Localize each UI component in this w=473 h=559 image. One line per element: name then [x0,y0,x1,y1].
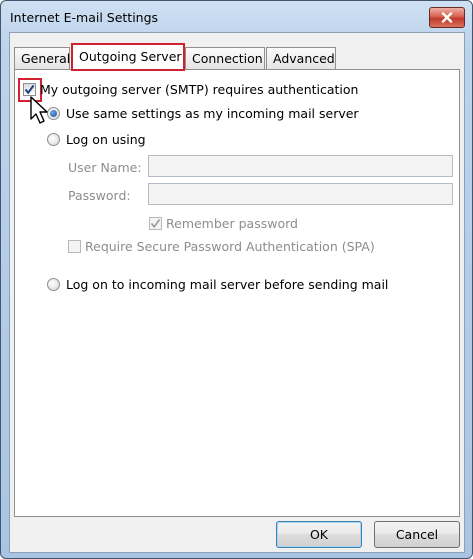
smtp-auth-label: My outgoing server (SMTP) requires authe… [40,82,359,97]
tab-advanced[interactable]: Advanced [266,47,336,70]
checkmark-icon [150,219,161,229]
password-input[interactable] [148,183,453,205]
remember-password-checkbox[interactable] [149,217,162,230]
log-on-incoming-row[interactable]: Log on to incoming mail server before se… [47,277,388,292]
log-on-incoming-radio[interactable] [47,278,60,291]
outgoing-server-panel: My outgoing server (SMTP) requires authe… [14,69,460,517]
use-same-settings-row[interactable]: Use same settings as my incoming mail se… [47,106,359,121]
log-on-using-label: Log on using [66,132,146,147]
ok-button[interactable]: OK [276,521,362,548]
tab-strip: General Outgoing Server Connection Advan… [14,43,458,71]
tab-outgoing-server[interactable]: Outgoing Server [71,43,185,71]
checkmark-icon [24,84,35,95]
remember-password-row[interactable]: Remember password [149,216,298,231]
spa-checkbox[interactable] [68,240,81,253]
spa-row[interactable]: Require Secure Password Authentication (… [68,239,375,254]
dialog-window: Internet E-mail Settings General Outgoin… [0,0,473,559]
log-on-using-radio[interactable] [47,133,60,146]
window-title: Internet E-mail Settings [10,10,159,25]
title-bar[interactable]: Internet E-mail Settings [1,1,472,35]
remember-password-label: Remember password [166,216,298,231]
user-name-input[interactable] [148,155,453,177]
tab-connection[interactable]: Connection [185,47,265,70]
close-icon [441,12,453,23]
log-on-using-row[interactable]: Log on using [47,132,146,147]
mouse-pointer-icon [29,95,51,128]
log-on-incoming-label: Log on to incoming mail server before se… [66,277,389,292]
user-name-label: User Name: [68,160,142,175]
password-label: Password: [68,188,131,203]
smtp-auth-row[interactable]: My outgoing server (SMTP) requires authe… [23,82,358,97]
tab-general[interactable]: General [14,47,70,70]
spa-label: Require Secure Password Authentication (… [85,239,375,254]
use-same-settings-label: Use same settings as my incoming mail se… [66,106,359,121]
close-button[interactable] [429,7,465,28]
dialog-client-area: General Outgoing Server Connection Advan… [9,32,465,553]
cancel-button[interactable]: Cancel [374,521,460,548]
